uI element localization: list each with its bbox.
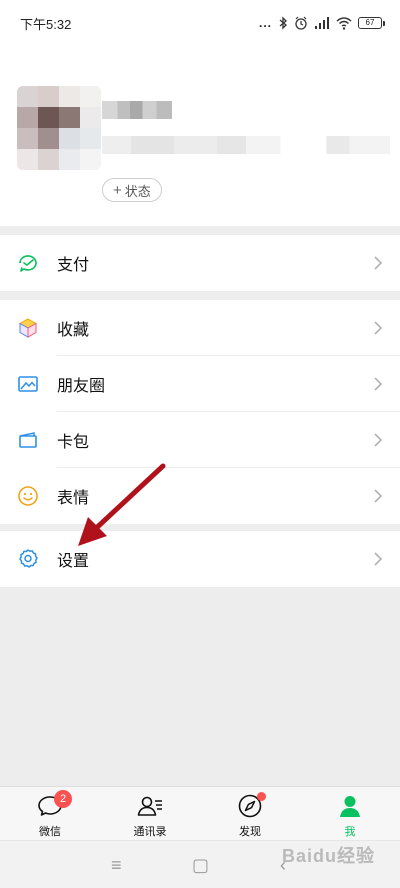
battery-level: 67 bbox=[365, 18, 375, 27]
wechat-id-redacted bbox=[102, 136, 390, 154]
menu-item-favorites[interactable]: 收藏 bbox=[0, 300, 400, 356]
wallet-icon bbox=[17, 429, 39, 451]
chevron-right-icon bbox=[374, 489, 383, 503]
avatar[interactable] bbox=[17, 86, 101, 170]
status-bar: 下午5:32 ... 67 bbox=[0, 0, 400, 46]
chevron-right-icon bbox=[374, 321, 383, 335]
tab-discover[interactable]: 发现 bbox=[200, 787, 300, 840]
menu-item-label: 收藏 bbox=[57, 322, 90, 339]
pay-icon bbox=[17, 252, 39, 274]
favorites-cube-icon bbox=[17, 317, 39, 339]
menu-item-label: 表情 bbox=[57, 490, 90, 507]
alarm-icon bbox=[295, 16, 307, 30]
unread-badge: 2 bbox=[54, 790, 72, 808]
bluetooth-icon bbox=[279, 16, 287, 30]
watermark: Baidu经验 bbox=[282, 846, 376, 866]
tab-label: 微信 bbox=[39, 826, 61, 838]
battery-icon: 67 bbox=[358, 17, 385, 29]
menu-item-cards[interactable]: 卡包 bbox=[0, 412, 400, 468]
tab-label: 我 bbox=[344, 826, 356, 838]
menu-nav-button[interactable]: ≡ bbox=[111, 855, 122, 876]
chevron-right-icon bbox=[374, 256, 383, 270]
status-time: 下午5:32 bbox=[20, 16, 72, 32]
menu-item-settings[interactable]: 设置 bbox=[0, 531, 400, 587]
menu-item-label: 设置 bbox=[57, 553, 90, 570]
compass-icon bbox=[236, 792, 266, 819]
menu-item-label: 朋友圈 bbox=[57, 378, 106, 395]
contacts-icon bbox=[136, 793, 164, 819]
tab-me[interactable]: 我 bbox=[300, 787, 400, 840]
menu-item-label: 卡包 bbox=[57, 434, 90, 451]
status-icons: ... 67 bbox=[258, 16, 385, 30]
menu-group-settings: 设置 bbox=[0, 531, 400, 587]
photo-icon bbox=[17, 373, 39, 395]
menu-group-main: 收藏 朋友圈 卡包 表情 bbox=[0, 300, 400, 524]
home-nav-button[interactable]: ▢ bbox=[192, 855, 209, 876]
chat-bubble-icon: 2 bbox=[36, 790, 72, 819]
tab-contacts[interactable]: 通讯录 bbox=[100, 787, 200, 840]
smiley-icon bbox=[17, 485, 39, 507]
profile-header[interactable]: + 状态 bbox=[0, 46, 400, 226]
tab-label: 通讯录 bbox=[133, 826, 167, 838]
new-content-dot bbox=[257, 792, 266, 801]
chevron-right-icon bbox=[374, 552, 383, 566]
nickname-redacted bbox=[102, 101, 172, 119]
chevron-right-icon bbox=[374, 377, 383, 391]
tab-label: 发现 bbox=[239, 826, 261, 838]
me-person-icon bbox=[336, 793, 364, 819]
plus-icon: + bbox=[113, 181, 122, 199]
gear-icon bbox=[17, 548, 39, 570]
menu-item-stickers[interactable]: 表情 bbox=[0, 468, 400, 524]
menu-item-label: 支付 bbox=[57, 257, 90, 274]
bottom-tab-bar: 2 微信 通讯录 发现 我 bbox=[0, 786, 400, 840]
menu-item-pay[interactable]: 支付 bbox=[0, 235, 400, 291]
tab-chats[interactable]: 2 微信 bbox=[0, 787, 100, 840]
wifi-icon bbox=[336, 16, 352, 30]
notification-dots: ... bbox=[258, 16, 272, 30]
chevron-right-icon bbox=[374, 433, 383, 447]
status-button-label: 状态 bbox=[124, 183, 151, 199]
menu-item-moments[interactable]: 朋友圈 bbox=[0, 356, 400, 412]
signal-icon bbox=[315, 16, 329, 29]
status-button[interactable]: + 状态 bbox=[102, 178, 162, 202]
menu-group-pay: 支付 bbox=[0, 235, 400, 291]
